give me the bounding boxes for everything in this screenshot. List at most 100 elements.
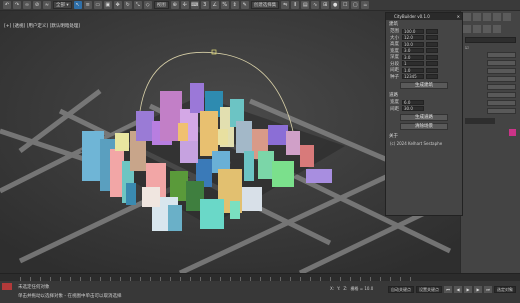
param-random[interactable] xyxy=(426,35,438,41)
snap-icon[interactable]: 3 xyxy=(200,1,209,9)
select-by-name-icon[interactable]: ≡ xyxy=(83,1,92,9)
go-to-end-icon[interactable]: ⏭ xyxy=(484,286,492,293)
coordinate-display: X: Y: Z: 栅格 = 10.0 xyxy=(330,286,373,292)
param-input[interactable]: 12.0 xyxy=(402,35,424,41)
param-input[interactable]: 1 xyxy=(402,61,424,67)
pivot-icon[interactable]: ⊕ xyxy=(170,1,179,9)
percent-snap-icon[interactable]: % xyxy=(220,1,229,9)
panel-button-2[interactable] xyxy=(487,60,516,66)
named-selection-dropdown[interactable]: 创建选择集 xyxy=(250,1,280,9)
param-label: 分段 xyxy=(390,61,399,67)
status-bar: 未选定任何对象 单击并拖动以选择对象 - 在视图中单击可以取消选择 X: Y: … xyxy=(0,281,520,303)
copyright-text: (c) 2024 Kelhart Sestaphe xyxy=(390,141,443,146)
move-icon[interactable]: ✥ xyxy=(113,1,122,9)
modify-tab-icon[interactable] xyxy=(473,13,481,21)
play-icon[interactable]: ▶ xyxy=(464,286,472,293)
autogrid-checkbox[interactable]: ☑ xyxy=(465,45,516,50)
param-input[interactable]: 100.0 xyxy=(402,28,424,34)
generate-roads-button[interactable]: 生成道路 xyxy=(400,114,448,121)
curve-editor-icon[interactable]: ∿ xyxy=(311,1,320,9)
next-frame-icon[interactable]: ▶ xyxy=(474,286,482,293)
key-filter-field[interactable]: 选定对象 xyxy=(494,286,516,293)
road-input[interactable]: 30.0 xyxy=(402,106,424,112)
geometry-icon[interactable] xyxy=(463,25,471,33)
angle-snap-icon[interactable]: ∠ xyxy=(210,1,219,9)
redo-icon[interactable]: ↷ xyxy=(13,1,21,9)
command-panel-dropdown[interactable] xyxy=(465,37,516,43)
select-icon[interactable]: ↖ xyxy=(73,1,82,9)
motion-tab-icon[interactable] xyxy=(493,13,501,21)
close-icon[interactable]: ✕ xyxy=(457,13,460,20)
panel-button-5[interactable] xyxy=(487,84,516,90)
param-random[interactable] xyxy=(426,41,438,47)
viewport-label[interactable]: [+] [透视] [用户定义] [默认明暗处理] xyxy=(4,23,80,29)
display-tab-icon[interactable] xyxy=(503,13,511,21)
param-label: 高度 xyxy=(390,42,399,48)
panel-button-8[interactable] xyxy=(487,108,516,114)
road-input[interactable]: 6.0 xyxy=(402,99,424,105)
hierarchy-tab-icon[interactable] xyxy=(483,13,491,21)
color-swatch[interactable] xyxy=(509,129,516,136)
create-tab-icon[interactable] xyxy=(463,13,471,21)
place-icon[interactable]: ◇ xyxy=(143,1,152,9)
bind-icon[interactable]: ≈ xyxy=(43,1,51,9)
clear-scene-button[interactable]: 清除场景 xyxy=(400,123,448,130)
unlink-icon[interactable]: ⊘ xyxy=(33,1,41,9)
spinner-snap-icon[interactable]: ⇕ xyxy=(230,1,239,9)
go-to-start-icon[interactable]: ⏮ xyxy=(444,286,452,293)
param-random[interactable] xyxy=(426,48,438,54)
param-random[interactable] xyxy=(426,61,438,67)
set-key-button[interactable]: 设置关键点 xyxy=(416,286,442,293)
roads-group-label: 道路 xyxy=(389,93,398,98)
edit-named-selection-icon[interactable]: ✎ xyxy=(240,1,249,9)
generate-buildings-button[interactable]: 生成建筑 xyxy=(400,82,448,89)
prev-frame-icon[interactable]: ◀ xyxy=(454,286,462,293)
param-input[interactable]: 3.0 xyxy=(402,54,424,60)
cameras-icon[interactable] xyxy=(493,25,501,33)
rotate-icon[interactable]: ↻ xyxy=(123,1,132,9)
param-random[interactable] xyxy=(426,28,438,34)
grid-label: 栅格 = 10.0 xyxy=(350,286,374,291)
panel-button-7[interactable] xyxy=(487,100,516,106)
undo-icon[interactable]: ↶ xyxy=(3,1,11,9)
select-manipulate-icon[interactable]: ✢ xyxy=(180,1,189,9)
render-frame-icon[interactable]: ▢ xyxy=(351,1,360,9)
panel-button-3[interactable] xyxy=(487,68,516,74)
auto-key-button[interactable]: 自动关键点 xyxy=(388,286,414,293)
render-setup-icon[interactable]: ☐ xyxy=(341,1,350,9)
schematic-icon[interactable]: ⊞ xyxy=(321,1,330,9)
material-editor-icon[interactable]: ● xyxy=(331,1,340,9)
param-input[interactable]: 1.0 xyxy=(402,67,424,73)
param-random[interactable] xyxy=(426,54,438,60)
dialog-titlebar[interactable]: CityBuilder v0.1.0 ✕ xyxy=(386,13,462,20)
shapes-icon[interactable] xyxy=(473,25,481,33)
param-row: 种子 12345 xyxy=(386,74,462,81)
param-input[interactable]: 10.0 xyxy=(402,41,424,47)
status-line-2: 单击并拖动以选择对象 - 在视图中单击可以取消选择 xyxy=(18,294,122,299)
selection-filter-dropdown[interactable]: 全部 ▾ xyxy=(53,1,72,9)
align-icon[interactable]: ⫴ xyxy=(291,1,300,9)
keyboard-shortcut-icon[interactable]: ⌨ xyxy=(190,1,199,9)
panel-button-1[interactable] xyxy=(487,52,516,58)
road-label: 间距 xyxy=(390,106,399,112)
region-select-icon[interactable]: ▭ xyxy=(93,1,102,9)
param-random[interactable] xyxy=(426,67,438,73)
scale-icon[interactable]: ⤡ xyxy=(133,1,142,9)
maxscript-listener-icon[interactable] xyxy=(2,283,12,290)
panel-button-6[interactable] xyxy=(487,92,516,98)
window-crossing-icon[interactable]: ▣ xyxy=(103,1,112,9)
mirror-icon[interactable]: ⇋ xyxy=(281,1,290,9)
name-field[interactable] xyxy=(465,118,495,124)
link-icon[interactable]: ∞ xyxy=(23,1,31,9)
param-input[interactable]: 12345 xyxy=(402,74,424,80)
lights-icon[interactable] xyxy=(483,25,491,33)
render-icon[interactable]: ☕ xyxy=(361,1,370,9)
layer-icon[interactable]: ▤ xyxy=(301,1,310,9)
panel-button-4[interactable] xyxy=(487,76,516,82)
param-random[interactable] xyxy=(426,74,438,80)
param-input[interactable]: 3.0 xyxy=(402,48,424,54)
road-label: 宽度 xyxy=(390,100,399,106)
timeline[interactable] xyxy=(0,273,520,281)
param-label: 宽度 xyxy=(390,48,399,54)
coord-system-dropdown[interactable]: 视图 xyxy=(153,1,169,9)
